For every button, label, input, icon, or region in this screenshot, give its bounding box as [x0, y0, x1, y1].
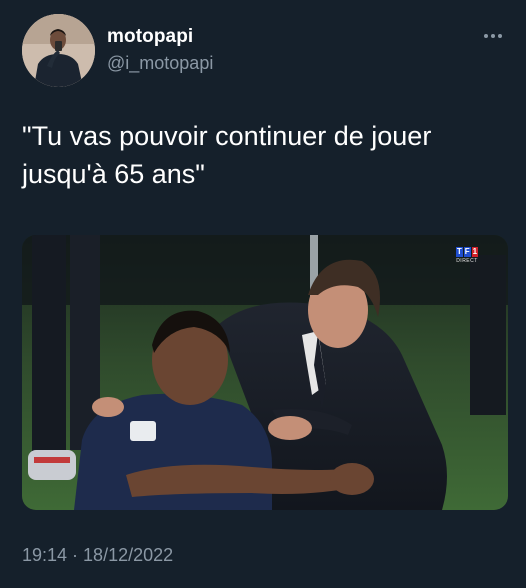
- avatar[interactable]: [22, 14, 95, 87]
- tweet-media-photo[interactable]: T F 1 DIRECT: [22, 235, 508, 510]
- tweet-timestamp[interactable]: 19:14 · 18/12/2022: [22, 545, 173, 566]
- tweet-time: 19:14: [22, 545, 68, 565]
- tweet-card: motopapi @i_motopapi "Tu vas pouvoir con…: [0, 0, 526, 588]
- timestamp-separator: ·: [67, 545, 84, 565]
- author-handle[interactable]: @i_motopapi: [107, 53, 213, 74]
- broadcaster-live-tag: DIRECT: [456, 258, 478, 264]
- more-horizontal-icon: [483, 34, 504, 38]
- tweet-date: 18/12/2022: [83, 545, 174, 565]
- more-options-button[interactable]: [480, 26, 506, 46]
- author-display-name[interactable]: motopapi: [107, 26, 193, 48]
- tweet-text: "Tu vas pouvoir continuer de jouer jusqu…: [22, 121, 432, 189]
- broadcaster-logo: T F 1 DIRECT: [452, 247, 482, 264]
